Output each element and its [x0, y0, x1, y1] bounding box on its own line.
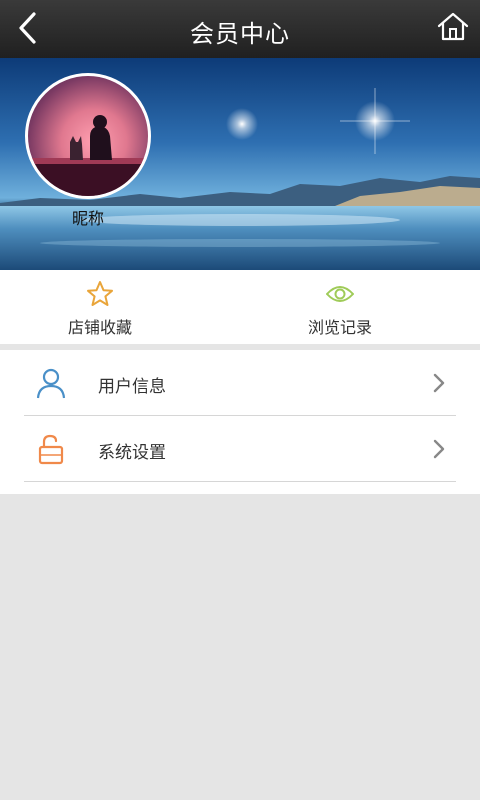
chevron-right-icon: [433, 439, 445, 459]
browse-history-label: 浏览记录: [307, 318, 372, 337]
shop-favorites-label: 店铺收藏: [67, 318, 132, 337]
page-title: 会员中心: [190, 20, 290, 48]
chevron-right-icon: [433, 373, 445, 393]
home-icon[interactable]: [436, 10, 470, 44]
nickname-label: 昵称: [71, 209, 104, 228]
avatar-image: [28, 76, 148, 196]
star-icon: [87, 281, 113, 306]
user-icon: [36, 368, 66, 399]
profile-banner: 昵称: [0, 58, 480, 270]
unlock-icon: [38, 434, 64, 465]
menu-item-label: 用户信息: [98, 377, 166, 397]
menu-item-user-info[interactable]: 用户信息: [0, 350, 480, 416]
eye-icon: [326, 286, 354, 302]
avatar[interactable]: [25, 73, 151, 199]
divider: [24, 481, 456, 482]
menu-list: 用户信息 系统设置: [0, 350, 480, 494]
menu-item-label: 系统设置: [98, 443, 166, 463]
browse-history-link[interactable]: 浏览记录: [240, 270, 440, 344]
top-bar: 会员中心: [0, 0, 480, 58]
shop-favorites-link[interactable]: 店铺收藏: [0, 270, 200, 344]
menu-item-system-settings[interactable]: 系统设置: [0, 416, 480, 482]
quick-links-bar: 店铺收藏 浏览记录: [0, 270, 480, 344]
